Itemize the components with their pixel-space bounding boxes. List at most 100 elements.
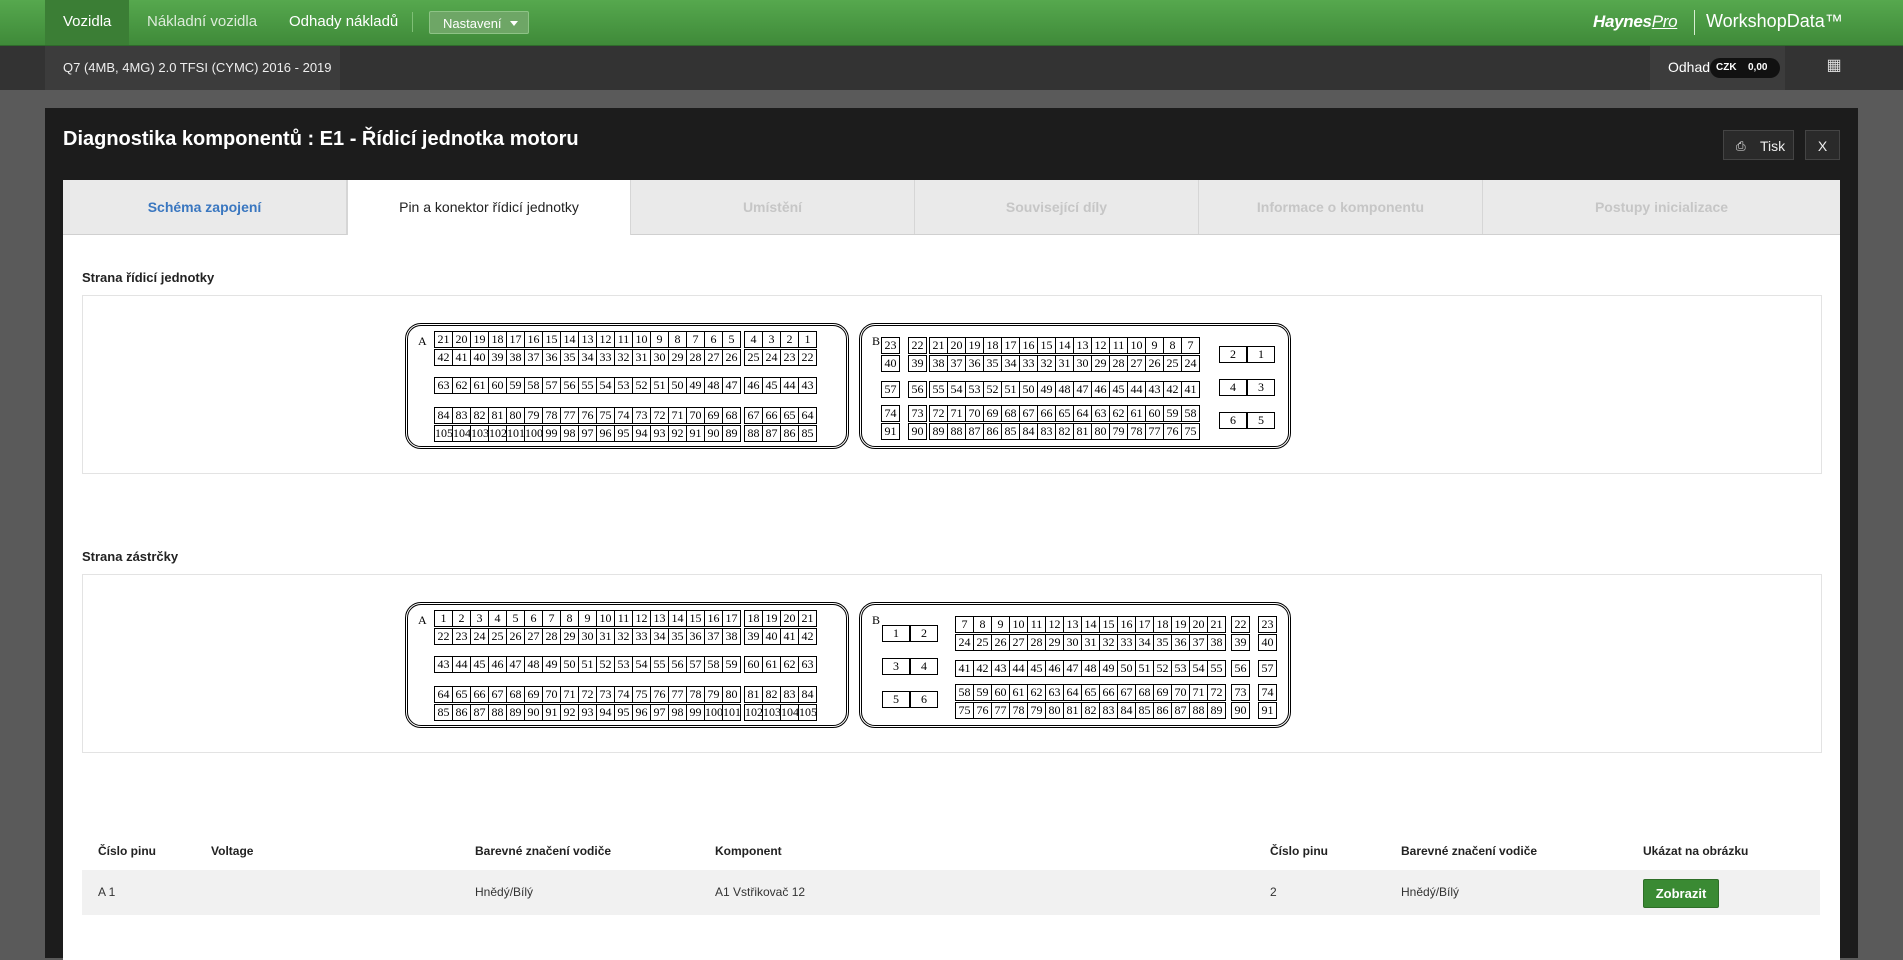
estimate-widget[interactable]: Odhad CZK 0,00 — [1650, 46, 1785, 90]
connector-pin: 55 — [929, 381, 948, 398]
connector-pin: 24 — [470, 628, 489, 645]
connector-pin: 61 — [762, 656, 781, 673]
connector-pin: 27 — [524, 628, 543, 645]
connector-pin: 104 — [780, 704, 799, 721]
connector-pin: 45 — [762, 377, 781, 394]
connector-pin: 82 — [762, 686, 781, 703]
tab-wiring-diagram[interactable]: Schéma zapojení — [63, 180, 347, 234]
connector-pin: 46 — [744, 377, 763, 394]
connector-pin: 20 — [780, 610, 799, 627]
connector-pin: 68 — [1135, 684, 1154, 701]
connector-pin: 32 — [1037, 355, 1056, 372]
settings-dropdown[interactable]: Nastavení — [429, 11, 529, 34]
connector-pin: 91 — [881, 423, 900, 440]
connector-pin: 28 — [1027, 634, 1046, 651]
connector-pin: 81 — [1063, 702, 1082, 719]
connector-pin: 43 — [798, 377, 817, 394]
connector-pin: 58 — [704, 656, 723, 673]
connector-pin: 69 — [1153, 684, 1172, 701]
connector-pin: 54 — [1189, 660, 1208, 677]
connector-pin: 49 — [686, 377, 705, 394]
connector-pin: 53 — [1171, 660, 1190, 677]
tab-initialization: Postupy inicializace — [1594, 199, 1729, 215]
connector-pin: 73 — [596, 686, 615, 703]
connector-pin: 13 — [578, 331, 597, 348]
connector-pin: 16 — [704, 610, 723, 627]
connector-pin: 66 — [1099, 684, 1118, 701]
connector-pin: 89 — [722, 425, 741, 442]
connector-pin: 43 — [991, 660, 1010, 677]
connector-pin: 73 — [1231, 684, 1250, 701]
connector-pin: 71 — [560, 686, 579, 703]
connector-pin: 20 — [947, 337, 966, 354]
connector-pin: 35 — [1153, 634, 1172, 651]
connector-pin: 63 — [1045, 684, 1064, 701]
connector-pin: 71 — [1189, 684, 1208, 701]
print-button[interactable]: ⎙ Tisk — [1723, 130, 1794, 160]
connector-pin: 90 — [908, 423, 927, 440]
connector-pin: 36 — [686, 628, 705, 645]
connector-pin: 67 — [744, 407, 763, 424]
show-on-image-button[interactable]: Zobrazit — [1643, 879, 1719, 908]
connector-pin: 85 — [434, 704, 453, 721]
connector-pin: 87 — [470, 704, 489, 721]
connector-pin: 53 — [614, 656, 633, 673]
nav-vozidla[interactable]: Vozidla — [45, 0, 129, 45]
connector-pin: 63 — [434, 377, 453, 394]
tab-ecu-pin-connector[interactable]: Pin a konektor řídicí jednotky — [347, 180, 631, 235]
connector-pin: 72 — [929, 405, 948, 422]
connector-pin: 18 — [488, 331, 507, 348]
connector-pin: 48 — [524, 656, 543, 673]
connector-pin: 3 — [882, 658, 910, 675]
ecu-side-diagram: A 21 20 19 18 17 16 15 14 13 12 11 10 9 8 7 6 5 4 3 2 1 42 41 4… — [82, 295, 1822, 474]
connector-pin: 38 — [929, 355, 948, 372]
connector-pin: 58 — [1181, 405, 1200, 422]
connector-pin: 89 — [1207, 702, 1226, 719]
connector-pin: 31 — [1055, 355, 1074, 372]
cell-component: A1 Vstřikovač 12 — [715, 885, 806, 899]
connector-pin: 101 — [722, 704, 741, 721]
connector-pin: 68 — [1001, 405, 1020, 422]
close-button[interactable]: X — [1805, 130, 1840, 160]
connector-pin: 74 — [614, 686, 633, 703]
connector-pin: 50 — [560, 656, 579, 673]
connector-pin: 13 — [1073, 337, 1092, 354]
connector-pin: 44 — [780, 377, 799, 394]
connector-pin: 7 — [955, 616, 974, 633]
connector-pin: 97 — [650, 704, 669, 721]
connector-pin: 77 — [560, 407, 579, 424]
connector-pin: 72 — [650, 407, 669, 424]
connector-pin: 43 — [434, 656, 453, 673]
connector-pin: 42 — [434, 349, 453, 366]
connector-pin: 6 — [1219, 412, 1247, 429]
calculator-icon[interactable]: ▦ — [1826, 56, 1842, 76]
connector-pin: 70 — [686, 407, 705, 424]
connector-pin: 80 — [506, 407, 525, 424]
connector-pin: 8 — [1163, 337, 1182, 354]
connector-pin: 71 — [947, 405, 966, 422]
nav-nakladni-vozidla[interactable]: Nákladní vozidla — [129, 0, 275, 45]
connector-pin: 15 — [686, 610, 705, 627]
connector-pin: 61 — [1127, 405, 1146, 422]
chevron-down-icon — [510, 21, 518, 26]
vehicle-selector[interactable]: Q7 (4MB, 4MG) 2.0 TFSI (CYMC) 2016 - 201… — [45, 46, 340, 90]
nav-odhady-nakladu[interactable]: Odhady nákladů — [271, 0, 416, 45]
connector-pin: 15 — [1037, 337, 1056, 354]
section-title-plug-side: Strana zástrčky — [82, 549, 179, 564]
tab-location: Umístění — [631, 180, 915, 234]
brand-logo: HaynesPro — [1593, 12, 1678, 31]
connector-pin: 17 — [506, 331, 525, 348]
connector-pin: 86 — [452, 704, 471, 721]
connector-pin: 3 — [470, 610, 489, 627]
connector-pin: 75 — [1181, 423, 1200, 440]
connector-pin: 37 — [704, 628, 723, 645]
connector-pin: 82 — [470, 407, 489, 424]
connector-pin: 92 — [668, 425, 687, 442]
connector-pin: 59 — [973, 684, 992, 701]
connector-pin: 70 — [542, 686, 561, 703]
nav-divider — [412, 12, 413, 32]
col-header-component-wire-color: Barevné značení vodiče — [1401, 844, 1538, 858]
connector-pin: 39 — [488, 349, 507, 366]
plug-connector-a: A 1 2 3 4 5 6 7 8 9 10 11 12 13 14 15 16 17 18 19 20 21 22 23 2… — [405, 602, 849, 728]
connector-pin: 96 — [632, 704, 651, 721]
